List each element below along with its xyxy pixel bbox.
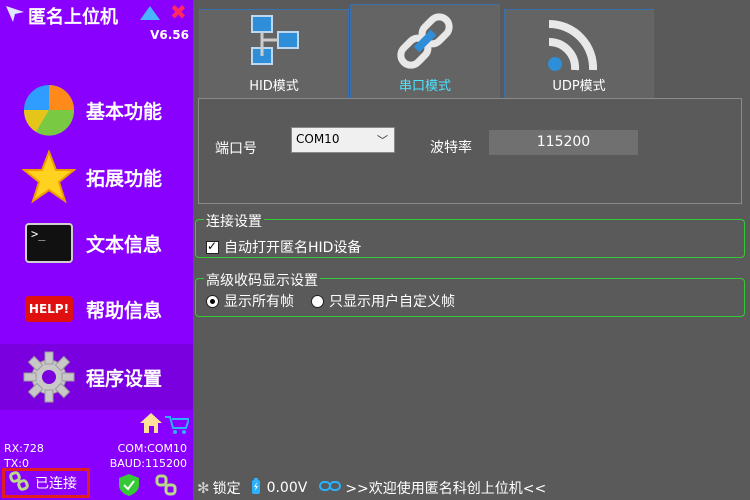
connection-status-label: 已连接 bbox=[35, 476, 77, 492]
welcome-message: >>欢迎使用匿名科创上位机<< bbox=[319, 478, 546, 498]
baud-label: 波特率 bbox=[430, 140, 472, 156]
radio-show-all[interactable]: 显示所有帧 bbox=[206, 291, 294, 311]
wifi-icon bbox=[545, 12, 609, 78]
sidebar: 匿名上位机 ✖ V6.56 基本功能 拓展功能 >_ 文本信息 HELP! 帮助… bbox=[0, 0, 193, 500]
chevron-down-icon: ﹀ bbox=[377, 134, 388, 147]
tab-serial[interactable]: 串口模式 bbox=[350, 4, 500, 98]
title-bar: 匿名上位机 ✖ bbox=[0, 0, 193, 28]
chain-icon bbox=[319, 480, 342, 496]
checkbox-icon bbox=[206, 239, 219, 254]
gear-icon bbox=[22, 350, 76, 404]
home-icon[interactable] bbox=[140, 413, 162, 437]
link-icon bbox=[9, 471, 29, 495]
tab-udp[interactable]: UDP模式 bbox=[504, 9, 654, 98]
lock-label: 锁定 bbox=[212, 481, 241, 497]
menu-item-settings[interactable]: 程序设置 bbox=[0, 344, 193, 410]
group-title: 连接设置 bbox=[204, 211, 264, 231]
rx-count: RX:728 bbox=[4, 442, 44, 455]
menu-label: 基本功能 bbox=[86, 100, 163, 123]
radio-show-custom[interactable]: 只显示用户自定义帧 bbox=[311, 291, 455, 311]
connection-status-button[interactable]: 已连接 bbox=[2, 468, 90, 498]
app-logo-icon bbox=[6, 6, 24, 26]
tab-hid[interactable]: HID模式 bbox=[199, 9, 349, 98]
pie-chart-icon bbox=[22, 83, 76, 137]
baud-status: BAUD:115200 bbox=[109, 457, 187, 470]
app-title: 匿名上位机 bbox=[28, 7, 118, 28]
pin-icon: ✻ bbox=[197, 479, 210, 497]
chain-link-icon bbox=[393, 11, 457, 75]
group-title: 高级收码显示设置 bbox=[204, 270, 320, 290]
help-icon: HELP! bbox=[22, 282, 76, 336]
status-bar: ✻ 锁定 0.00V >>欢迎使用匿名科创上位机<< bbox=[193, 476, 750, 500]
voltage-value: 0.00V bbox=[266, 480, 308, 496]
radio-label: 显示所有帧 bbox=[224, 294, 294, 310]
radio-icon bbox=[206, 294, 219, 308]
menu-label: 文本信息 bbox=[86, 233, 163, 256]
tab-label: 串口模式 bbox=[398, 79, 451, 94]
terminal-icon: >_ bbox=[22, 216, 76, 270]
cart-icon[interactable] bbox=[165, 415, 191, 439]
voltage-readout: 0.00V bbox=[251, 478, 308, 498]
menu-item-extend[interactable]: 拓展功能 bbox=[0, 144, 193, 210]
port-label: 端口号 bbox=[215, 141, 257, 157]
lock-toggle[interactable]: ✻ 锁定 bbox=[197, 478, 241, 498]
menu-item-help[interactable]: HELP! 帮助信息 bbox=[0, 276, 193, 342]
checkbox-label: 自动打开匿名HID设备 bbox=[224, 240, 362, 256]
welcome-text: >>欢迎使用匿名科创上位机<< bbox=[345, 481, 547, 497]
port-value: COM10 bbox=[296, 132, 340, 146]
com-status: COM:COM10 bbox=[117, 442, 187, 455]
link-settings-icon[interactable] bbox=[155, 474, 177, 500]
menu-label: 拓展功能 bbox=[86, 167, 163, 190]
main-panel: HID模式 串口模式 UDP模式 端口号 COM10 ﹀ 波特率 115200 … bbox=[193, 0, 750, 500]
battery-icon bbox=[251, 478, 261, 498]
tab-label: UDP模式 bbox=[552, 79, 606, 94]
shield-icon[interactable] bbox=[119, 474, 139, 500]
menu-label: 帮助信息 bbox=[86, 299, 163, 322]
star-icon bbox=[22, 150, 76, 204]
serial-settings-panel: 端口号 COM10 ﹀ 波特率 115200 bbox=[198, 98, 742, 204]
menu-item-basic[interactable]: 基本功能 bbox=[0, 77, 193, 143]
advanced-settings-group: 高级收码显示设置 显示所有帧 只显示用户自定义帧 bbox=[195, 270, 745, 317]
radio-label: 只显示用户自定义帧 bbox=[329, 294, 455, 310]
network-icon bbox=[248, 14, 304, 72]
collapse-icon[interactable] bbox=[140, 4, 160, 24]
tab-label: HID模式 bbox=[249, 79, 299, 94]
baud-input[interactable]: 115200 bbox=[489, 130, 638, 155]
version-label: V6.56 bbox=[150, 28, 189, 42]
radio-icon bbox=[311, 294, 324, 308]
menu-label: 程序设置 bbox=[86, 367, 163, 390]
menu-item-text-info[interactable]: >_ 文本信息 bbox=[0, 210, 193, 276]
connect-settings-group: 连接设置 自动打开匿名HID设备 bbox=[195, 211, 745, 258]
port-select[interactable]: COM10 ﹀ bbox=[291, 127, 395, 153]
close-icon[interactable]: ✖ bbox=[170, 0, 187, 24]
auto-open-checkbox[interactable]: 自动打开匿名HID设备 bbox=[206, 237, 361, 257]
